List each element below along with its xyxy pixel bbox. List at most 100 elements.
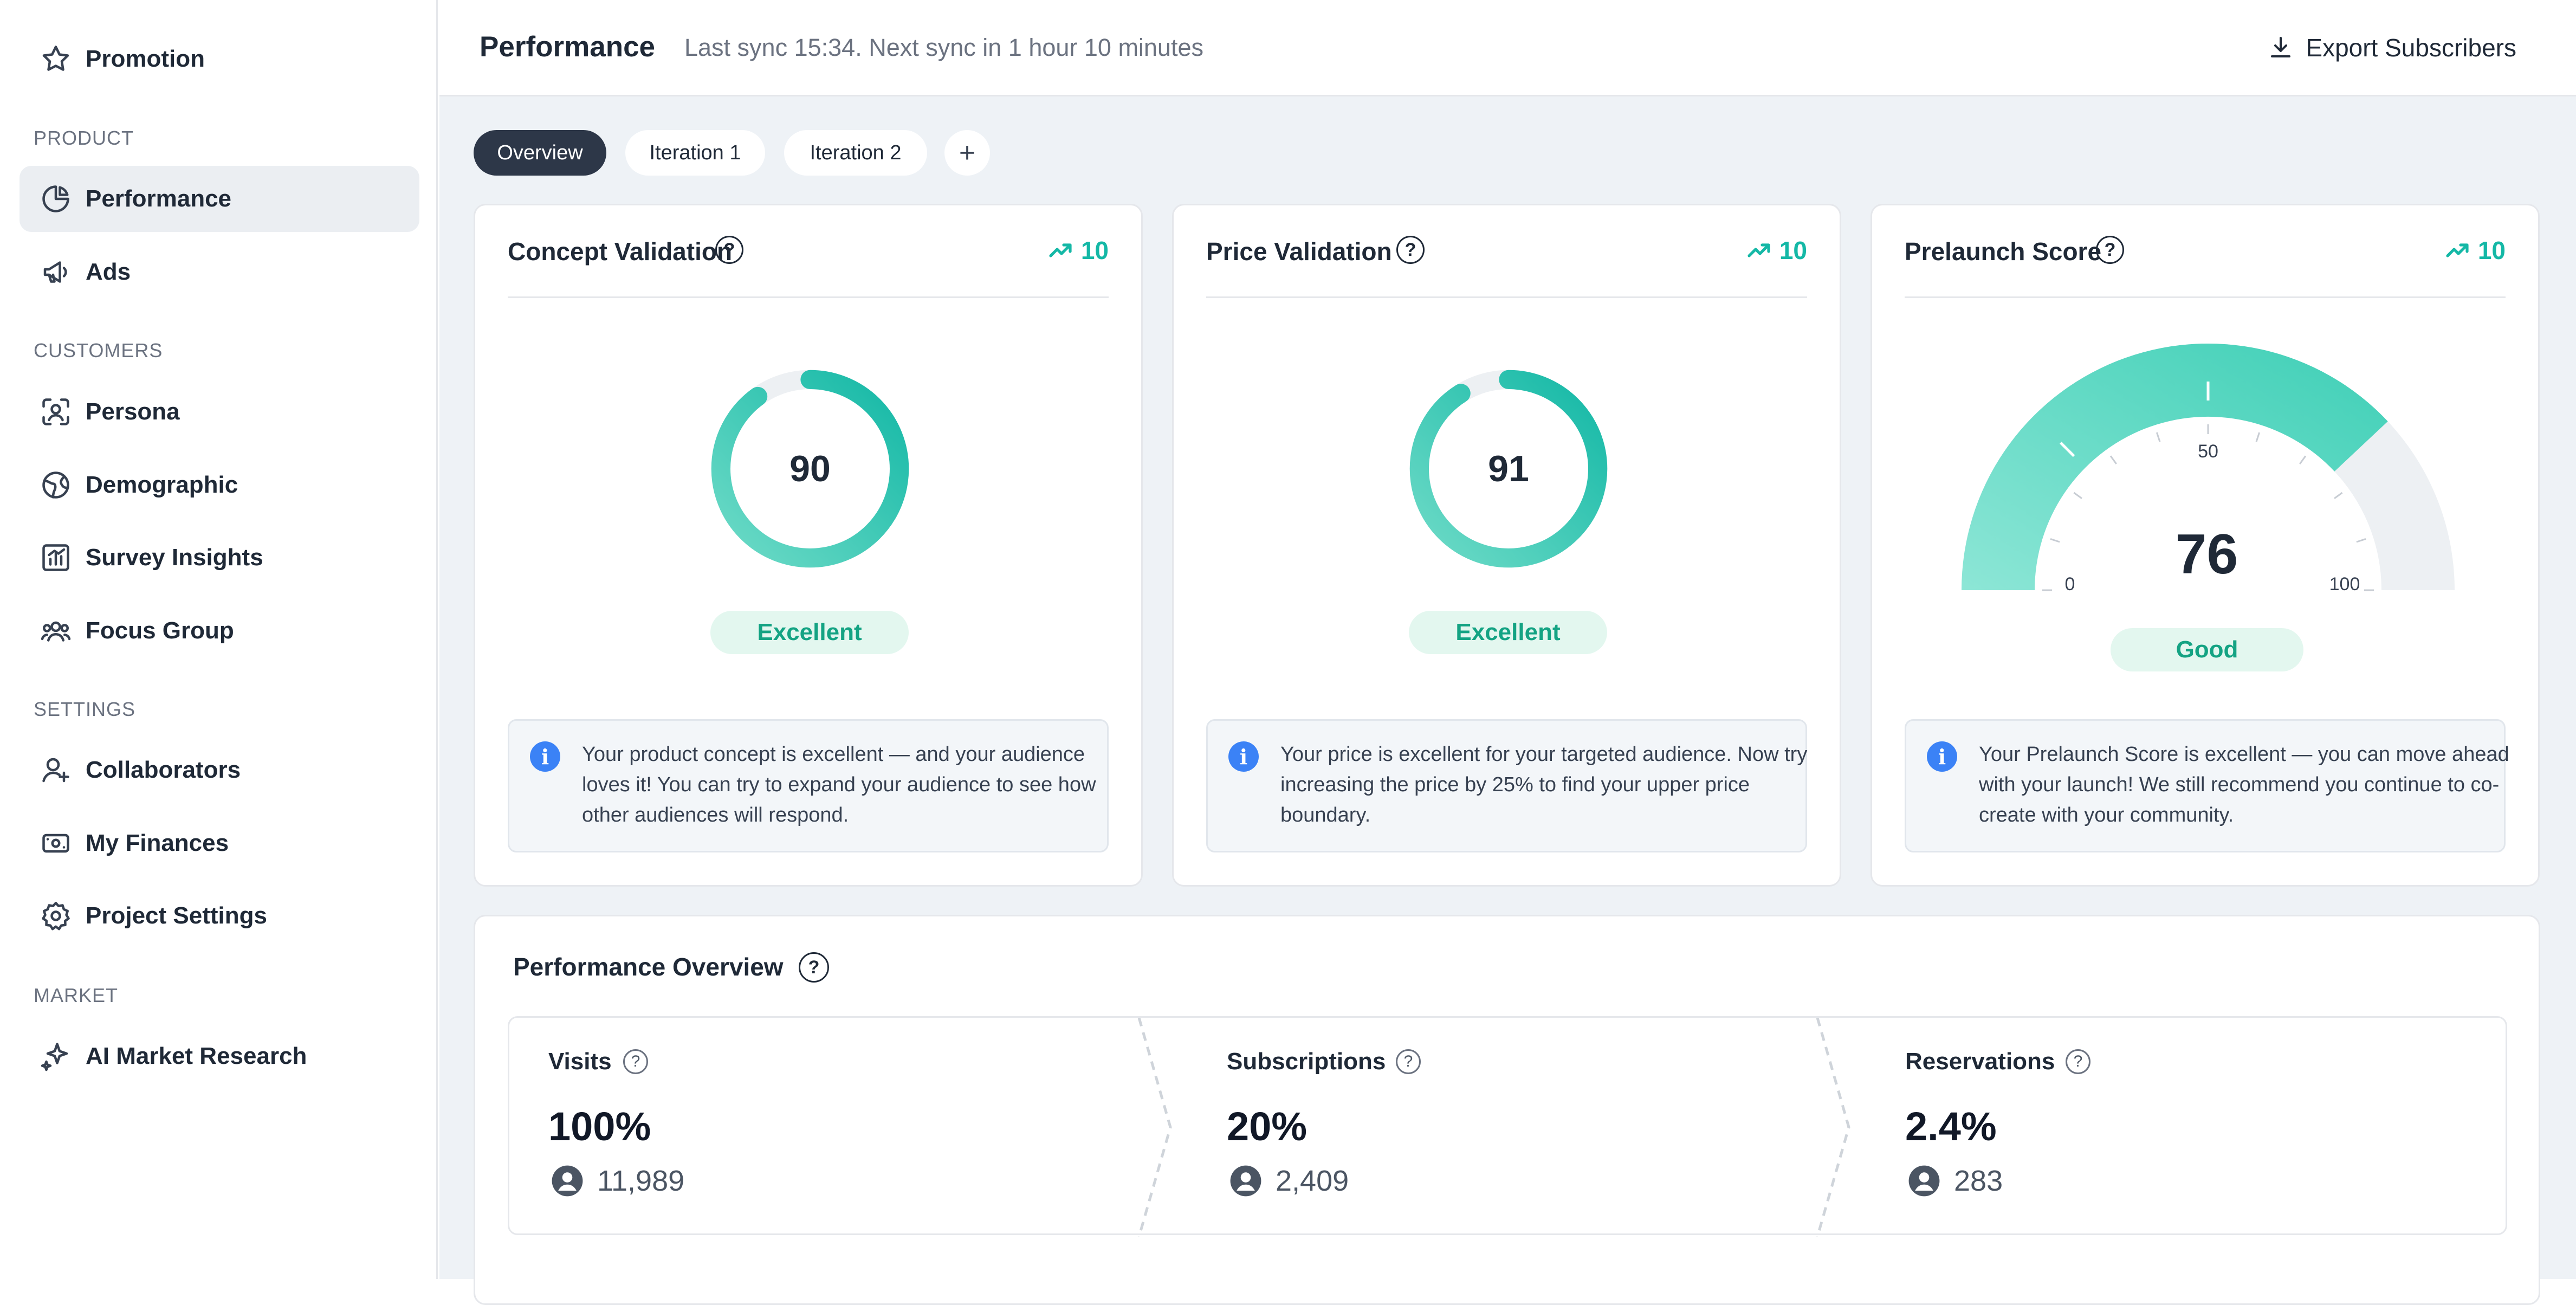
gauge-tick: [2334, 492, 2343, 499]
sidebar-item-label: Persona: [86, 398, 180, 425]
page-title: Performance: [480, 31, 656, 63]
metric-label-subscriptions: Subscriptions: [1227, 1048, 1386, 1075]
sidebar-item-label: AI Market Research: [86, 1043, 307, 1069]
help-icon[interactable]: ?: [2066, 1049, 2090, 1074]
score-value: 90: [789, 448, 831, 489]
help-icon[interactable]: ?: [799, 952, 829, 983]
sidebar-item-label: Project Settings: [86, 902, 267, 929]
money-icon: [38, 825, 74, 861]
tab-iteration-2[interactable]: Iteration 2: [784, 130, 927, 176]
help-icon[interactable]: ?: [715, 236, 743, 264]
funnel-metrics: Visits ? 100% 11,989 Subscriptions ? 20%…: [508, 1016, 2507, 1237]
prelaunch-score-card: Prelaunch Score ? 10 0 50 100 76 Good i …: [1870, 204, 2540, 887]
sidebar-item-demographic[interactable]: Demographic: [20, 452, 419, 518]
concept-validation-card: Concept Validation ? 10 90 Excellent i Y…: [474, 204, 1143, 887]
info-text: Your product concept is excellent — and …: [582, 743, 1096, 826]
help-icon[interactable]: ?: [1396, 236, 1425, 264]
gauge-tick: [2255, 432, 2261, 442]
card-title: Performance Overview: [513, 953, 784, 981]
tab-iteration-1[interactable]: Iteration 1: [625, 130, 765, 176]
info-icon: i: [530, 741, 560, 772]
info-icon: i: [1927, 741, 1957, 772]
card-title: Price Validation: [1206, 237, 1392, 266]
card-title: Concept Validation: [508, 237, 733, 266]
info-box: i Your product concept is excellent — an…: [508, 719, 1109, 852]
star-icon: [38, 41, 74, 77]
metric-label-reservations: Reservations: [1905, 1048, 2055, 1075]
info-icon: i: [1228, 741, 1259, 772]
info-box: i Your price is excellent for your targe…: [1206, 719, 1807, 852]
sidebar-item-label: Demographic: [86, 471, 238, 498]
user-circle-icon: [1230, 1165, 1261, 1197]
gauge-tick: [2156, 432, 2161, 442]
info-text: Your price is excellent for your targete…: [1280, 743, 1808, 826]
help-icon[interactable]: ?: [623, 1049, 648, 1074]
card-title: Prelaunch Score: [1905, 237, 2102, 266]
gauge-tick: [2073, 492, 2082, 499]
metric-count-visits: 11,989: [597, 1165, 685, 1197]
rating-badge: Good: [2111, 628, 2303, 671]
trending-up-icon: [1049, 243, 1072, 257]
sidebar-item-promotion[interactable]: Promotion: [20, 26, 419, 92]
sidebar: Promotion PRODUCT Performance Ads CUSTOM…: [0, 0, 438, 1279]
sidebar-item-label: Collaborators: [86, 757, 241, 783]
sidebar-item-collaborators[interactable]: Collaborators: [20, 737, 419, 803]
bar-chart-icon: [38, 540, 74, 576]
users-icon: [38, 613, 74, 649]
sidebar-item-my-finances[interactable]: My Finances: [20, 810, 419, 876]
section-label-customers: CUSTOMERS: [34, 339, 163, 361]
section-label-market: MARKET: [34, 984, 119, 1006]
sidebar-item-label: Survey Insights: [86, 544, 263, 571]
top-bar: Performance Last sync 15:34. Next sync i…: [439, 0, 2576, 96]
sidebar-item-performance[interactable]: Performance: [20, 166, 419, 232]
divider: [508, 296, 1109, 298]
user-scan-icon: [38, 394, 74, 430]
sidebar-item-label: Ads: [86, 259, 131, 285]
sidebar-item-ads[interactable]: Ads: [20, 239, 419, 305]
trend-indicator: 10: [1047, 236, 1109, 265]
sidebar-item-project-settings[interactable]: Project Settings: [20, 883, 419, 949]
score-value: 76: [2175, 523, 2238, 586]
megaphone-icon: [38, 254, 74, 290]
help-icon[interactable]: ?: [2096, 236, 2124, 264]
section-label-settings: SETTINGS: [34, 698, 136, 720]
user-circle-icon: [552, 1165, 583, 1197]
gauge-mid-label: 50: [2198, 441, 2218, 462]
gauge-tick: [2299, 455, 2307, 464]
section-label-product: PRODUCT: [34, 127, 134, 149]
pie-chart-icon: [38, 181, 74, 217]
add-tab-button[interactable]: +: [944, 130, 990, 176]
info-box: i Your Prelaunch Score is excellent — yo…: [1905, 719, 2509, 852]
trend-value: 10: [2477, 236, 2506, 264]
trend-value: 10: [1080, 236, 1109, 264]
metric-value-subscriptions: 20%: [1227, 1104, 1308, 1149]
metric-label-visits: Visits: [548, 1048, 612, 1075]
main-content: Performance Last sync 15:34. Next sync i…: [439, 0, 2576, 1305]
help-icon[interactable]: ?: [1396, 1049, 1421, 1074]
sidebar-item-label: Performance: [86, 185, 232, 212]
tab-overview[interactable]: Overview: [474, 130, 606, 176]
app-root: Promotion PRODUCT Performance Ads CUSTOM…: [0, 0, 2576, 1305]
trend-value: 10: [1779, 236, 1807, 264]
sidebar-item-persona[interactable]: Persona: [20, 379, 419, 445]
sidebar-item-label: My Finances: [86, 830, 229, 856]
score-value: 91: [1488, 448, 1529, 489]
metric-value-visits: 100%: [548, 1104, 651, 1149]
sidebar-item-label: Promotion: [86, 46, 205, 72]
export-subscribers-button[interactable]: Export Subscribers: [2268, 27, 2516, 68]
performance-overview-card: Performance Overview ? Visits ? 100% 11,…: [474, 915, 2540, 1305]
gear-icon: [38, 898, 74, 934]
sidebar-item-label: Focus Group: [86, 617, 234, 644]
trend-indicator: 10: [1746, 236, 1807, 265]
divider: [1206, 296, 1807, 298]
trending-up-icon: [2446, 243, 2469, 257]
sidebar-item-survey-insights[interactable]: Survey Insights: [20, 525, 419, 591]
trending-up-icon: [1747, 243, 1770, 257]
sidebar-item-ai-market-research[interactable]: AI Market Research: [20, 1023, 419, 1089]
sidebar-item-focus-group[interactable]: Focus Group: [20, 598, 419, 664]
metric-count-subscriptions: 2,409: [1276, 1165, 1349, 1197]
download-icon: [2271, 37, 2291, 57]
rating-badge: Excellent: [1409, 611, 1607, 654]
user-plus-icon: [38, 752, 74, 788]
price-validation-card: Price Validation ? 10 91 Excellent i You…: [1172, 204, 1841, 887]
